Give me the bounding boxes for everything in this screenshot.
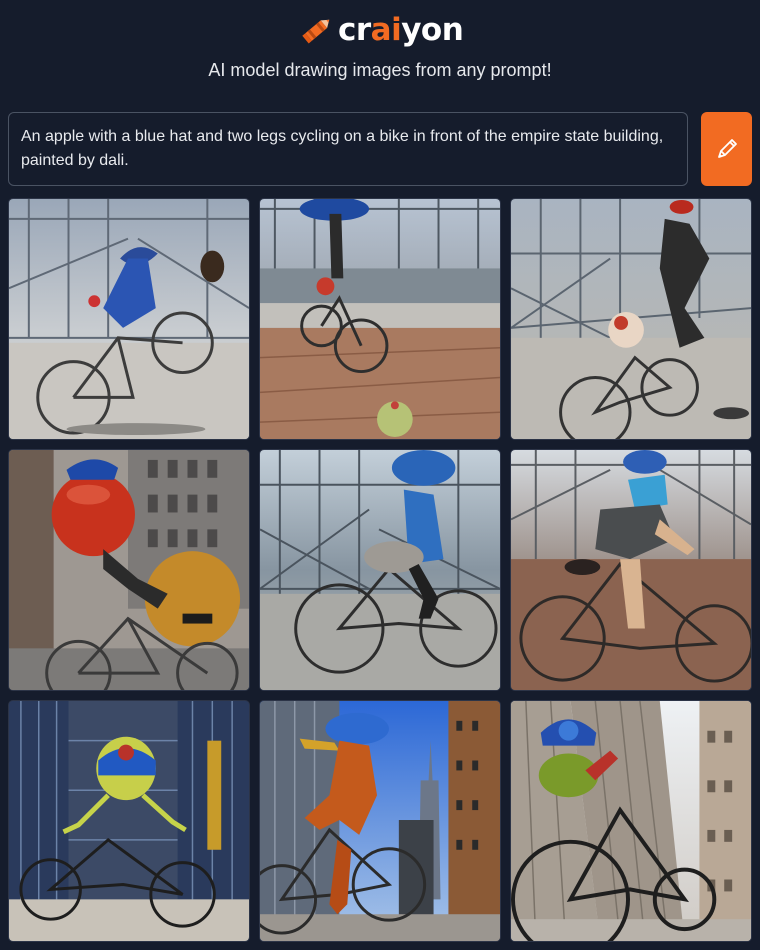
- results-grid: [8, 198, 752, 942]
- brand-logo[interactable]: craiyon: [298, 10, 464, 50]
- generated-image-5[interactable]: [259, 449, 501, 691]
- generated-image-1[interactable]: [8, 198, 250, 440]
- draw-button[interactable]: [701, 112, 752, 186]
- generated-image-7[interactable]: [8, 700, 250, 942]
- header: craiyon AI model drawing images from any…: [0, 0, 760, 100]
- brand-name: craiyon: [338, 12, 464, 48]
- generated-image-2[interactable]: [259, 198, 501, 440]
- generated-image-4[interactable]: [8, 449, 250, 691]
- prompt-input[interactable]: An apple with a blue hat and two legs cy…: [8, 112, 688, 186]
- tagline: AI model drawing images from any prompt!: [208, 60, 552, 80]
- pencil-icon: [717, 139, 737, 158]
- crayon-icon: [302, 19, 330, 44]
- generated-image-6[interactable]: [510, 449, 752, 691]
- generated-image-9[interactable]: [510, 700, 752, 942]
- generated-image-8[interactable]: [259, 700, 501, 942]
- generated-image-3[interactable]: [510, 198, 752, 440]
